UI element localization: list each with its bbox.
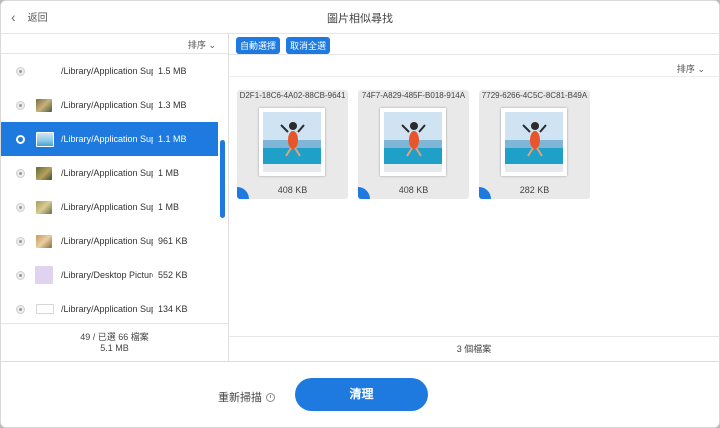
image-filename: D2F1-18C6-4A02-88CB-9641 [239,91,346,100]
select-radio[interactable] [16,202,25,212]
select-radio[interactable] [16,66,25,76]
thumbnail [35,266,53,284]
file-size: 134 KB [158,304,188,314]
thumbnail [36,98,52,112]
chevron-down-icon: ⌄ [697,64,705,74]
image-preview [259,108,325,176]
selection-count: 49 / 已選 66 檔案 [80,332,149,342]
left-footer: 49 / 已選 66 檔案 5.1 MB [1,323,228,362]
image-filename: 74F7-A829-485F-B018-914A [361,91,466,100]
image-card[interactable]: 74F7-A829-485F-B018-914A 408 KB [358,90,469,199]
clock-icon [266,392,275,402]
file-size: 1.1 MB [158,134,187,144]
list-item[interactable]: /Library/Application Support 1 MB [1,156,218,190]
chevron-down-icon: ⌄ [208,40,216,50]
list-item[interactable]: /Library/Application Support 961 KB [1,224,218,258]
right-sort-label: 排序 [676,64,695,74]
select-radio[interactable] [16,134,25,144]
file-path: /Library/Application Support [61,66,153,76]
rescan-label: 重新掃描 [218,392,262,404]
thumbnail [36,304,54,314]
select-radio[interactable] [16,168,25,178]
window-title: 圖片相似尋找 [327,13,393,25]
left-sort-button[interactable]: 排序 ⌄ [188,38,216,51]
file-path: /Library/Application Support [61,236,153,246]
thumbnail [36,200,52,214]
image-preview [501,108,567,176]
image-size: 408 KB [398,185,429,195]
thumbnail [36,131,54,147]
file-path: /Library/Desktop Pictures [61,270,153,280]
right-footer: 3 個檔案 [229,336,719,362]
image-card[interactable]: D2F1-18C6-4A02-88CB-9641 408 KB [237,90,348,199]
thumbnail [36,166,52,180]
list-item[interactable]: /Library/Application Support 134 KB [1,292,218,322]
list-item-selected[interactable]: /Library/Application Support 1.1 MB [1,122,218,156]
file-path: /Library/Application Support [61,304,153,314]
file-size: 1.5 MB [158,66,187,76]
action-bar: 重新掃描 清理 [1,361,719,427]
app-window: ‹ 返回 圖片相似尋找 排序 ⌄ /Library/Application Su… [0,0,720,428]
similar-images-pane: 自動選擇 取消全選 排序 ⌄ D2F1-18C6-4A02-88CB-9641 [229,34,719,361]
image-size: 282 KB [519,185,550,195]
file-path: /Library/Application Support [61,100,153,110]
file-size: 1.3 MB [158,100,187,110]
image-filename: 7729-6266-4C5C-8C81-B49A [481,91,588,100]
rescan-button[interactable]: 重新掃描 [218,389,275,405]
deselect-all-button[interactable]: 取消全選 [286,37,331,54]
list-item[interactable]: /Library/Application Support 1.3 MB [1,88,218,122]
left-sort-bar: 排序 ⌄ [1,34,228,54]
select-radio[interactable] [16,304,25,314]
image-card[interactable]: 7729-6266-4C5C-8C81-B49A 282 KB [479,90,590,199]
file-size: 961 KB [158,236,188,246]
image-size: 408 KB [277,185,308,195]
selection-buttons: 自動選擇 取消全選 [236,37,331,54]
selection-size: 5.1 MB [100,343,129,353]
clean-button[interactable]: 清理 [295,378,428,411]
file-path: /Library/Application Support [61,134,153,144]
thumbnail [36,64,52,78]
right-sort-button[interactable]: 排序 ⌄ [677,62,705,75]
divider [229,54,719,55]
list-item[interactable]: /Library/Application Support 1.5 MB [1,54,218,88]
left-sort-label: 排序 [187,40,206,50]
file-list[interactable]: /Library/Application Support 1.5 MB /Lib… [1,54,218,322]
select-radio[interactable] [16,100,25,110]
title-bar: ‹ 返回 圖片相似尋找 [1,1,719,34]
file-path: /Library/Application Support [61,168,153,178]
list-item[interactable]: /Library/Desktop Pictures 552 KB [1,258,218,292]
auto-select-button[interactable]: 自動選擇 [236,37,281,54]
divider [229,76,719,77]
file-size: 1 MB [158,202,180,212]
image-preview [380,108,446,176]
list-item[interactable]: /Library/Application Support 1 MB [1,190,218,224]
file-path: /Library/Application Support [61,202,153,212]
file-size: 552 KB [158,270,188,280]
file-list-pane: 排序 ⌄ /Library/Application Support 1.5 MB… [1,34,229,361]
thumbnail [36,234,52,248]
file-size: 1 MB [158,168,180,178]
select-radio[interactable] [16,236,25,246]
list-scrollbar[interactable] [220,140,225,218]
select-radio[interactable] [16,270,25,280]
